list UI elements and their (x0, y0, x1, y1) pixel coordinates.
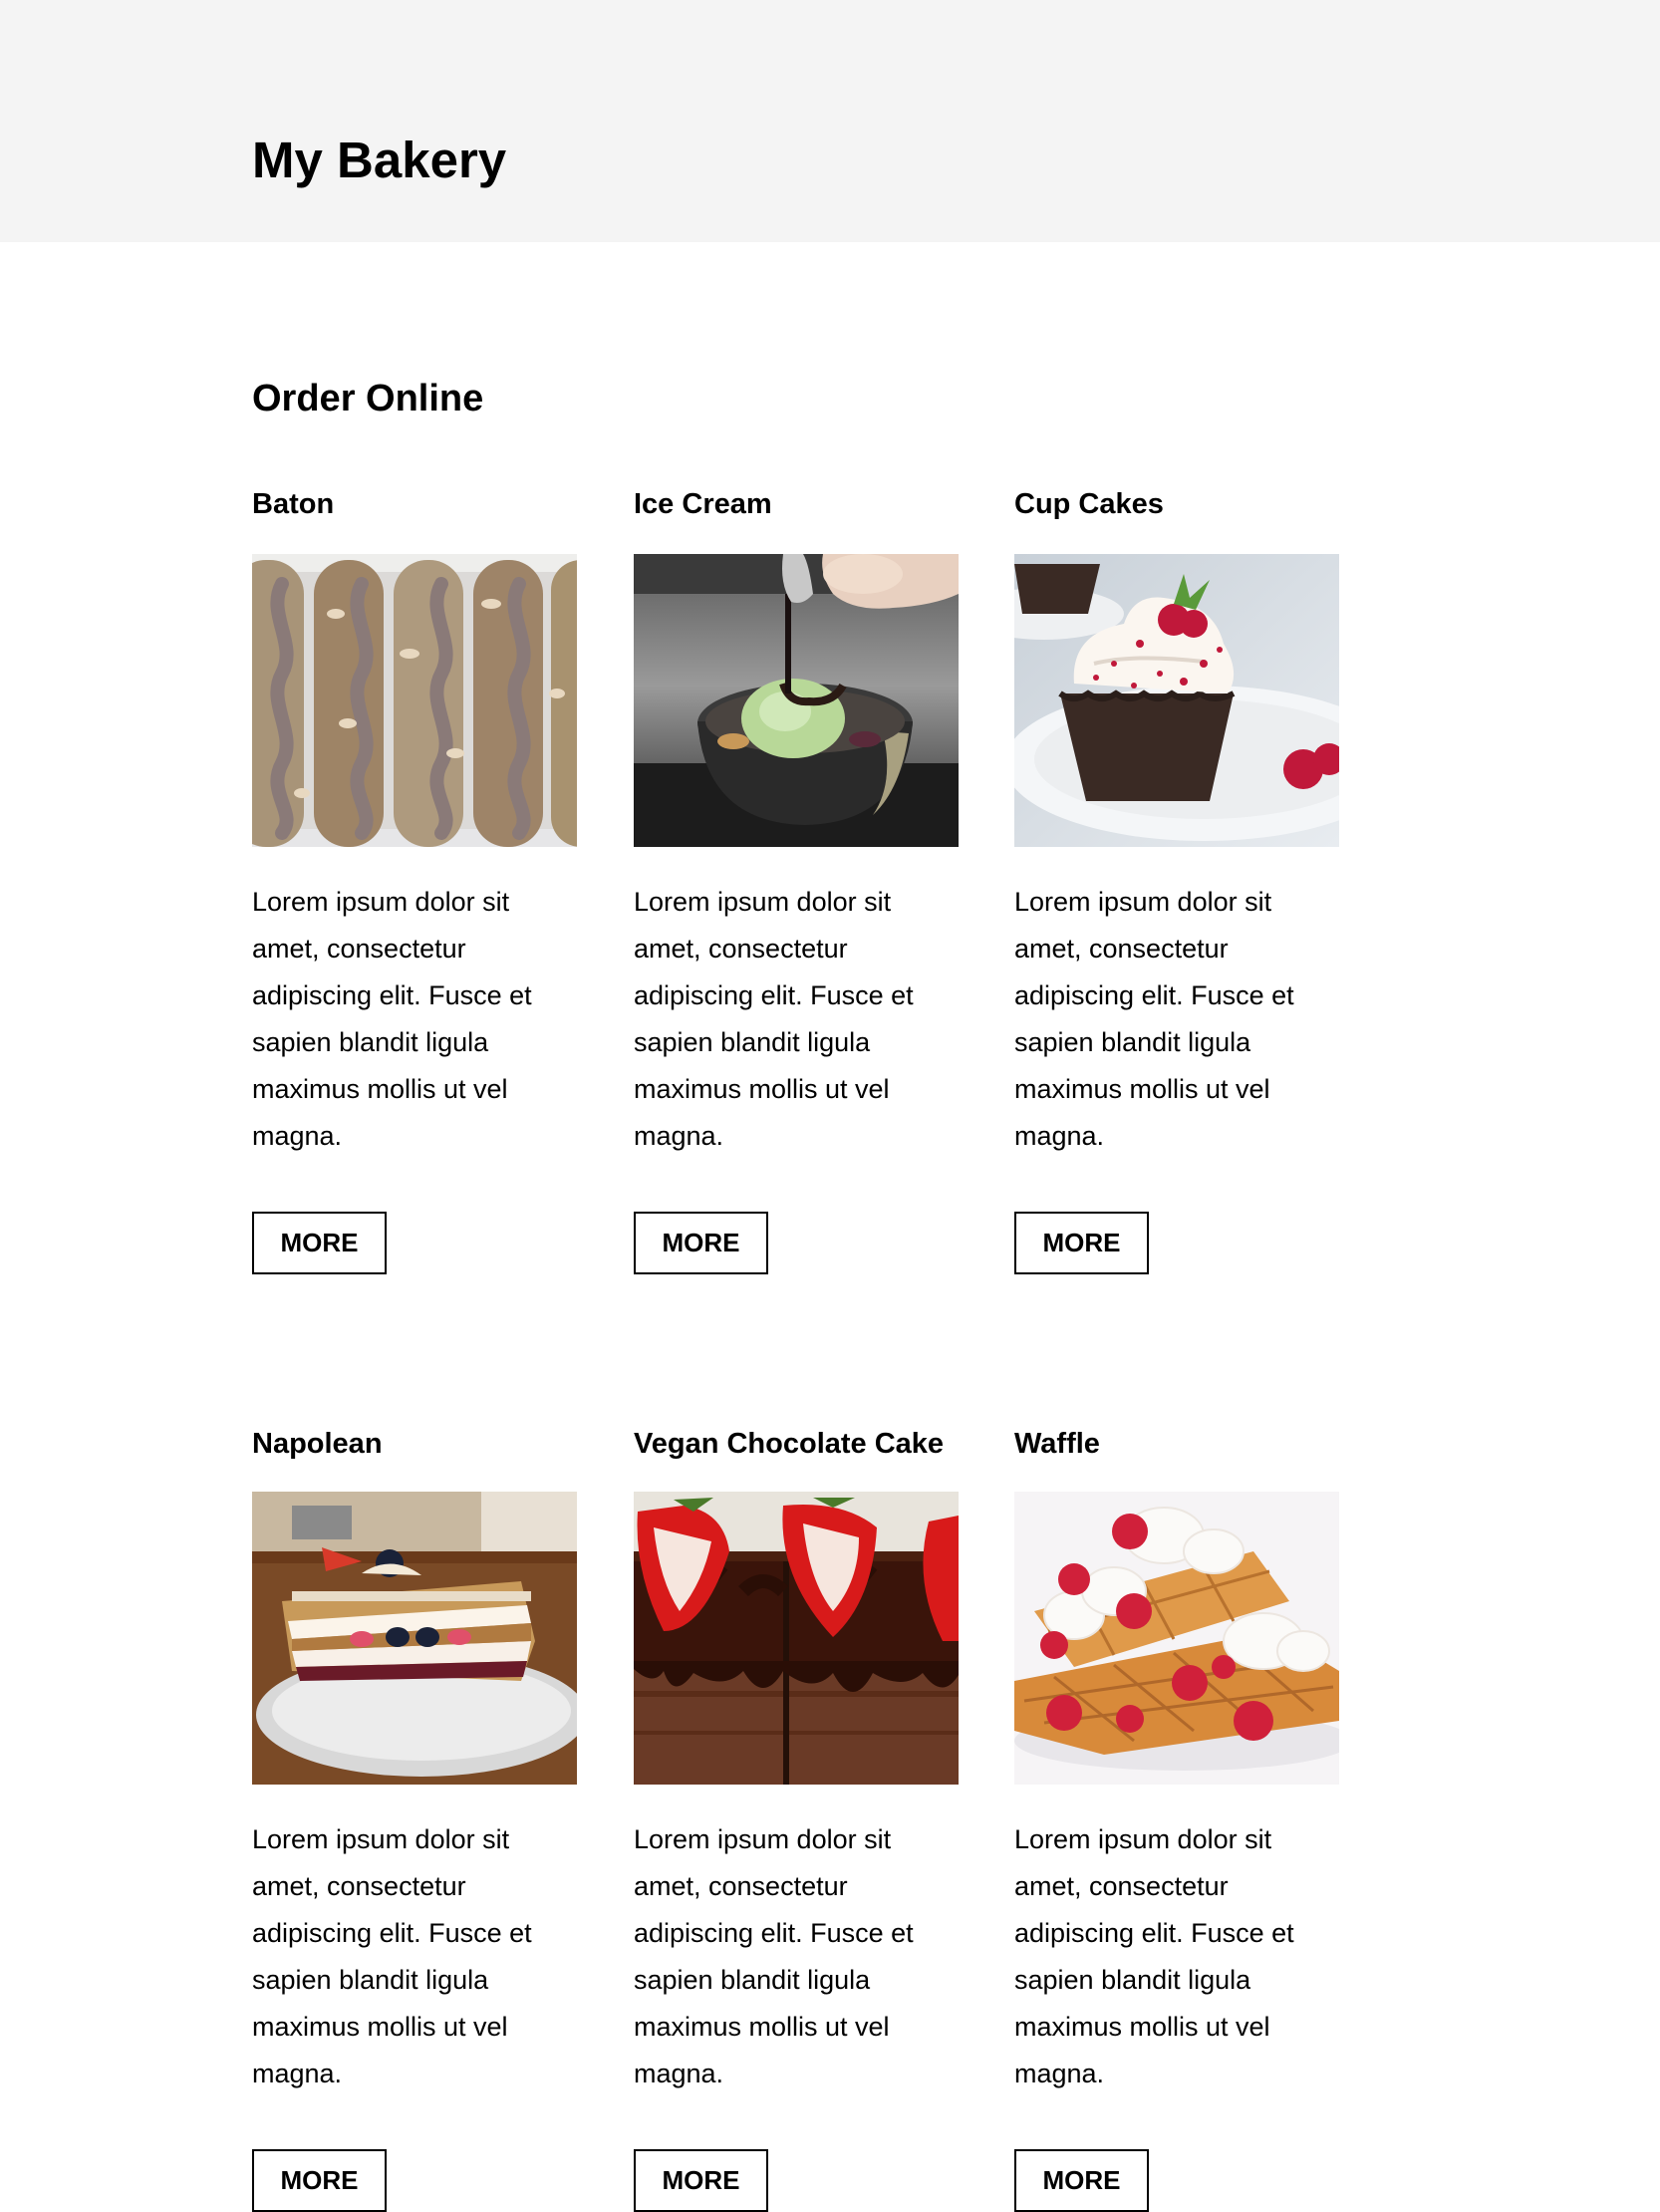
more-button[interactable]: MORE (252, 2149, 387, 2212)
product-description: Lorem ipsum dolor sit amet, consectetur … (252, 1824, 532, 2088)
product-title: Waffle (1014, 1428, 1100, 1460)
more-button[interactable]: MORE (1014, 1212, 1149, 1274)
product-description: Lorem ipsum dolor sit amet, consectetur … (634, 1824, 914, 2088)
product-title: Cup Cakes (1014, 488, 1164, 520)
product-description: Lorem ipsum dolor sit amet, consectetur … (1014, 1824, 1294, 2088)
product-title: Vegan Chocolate Cake (634, 1428, 945, 1460)
ice-cream-photo (634, 554, 959, 847)
more-button[interactable]: MORE (1014, 2149, 1149, 2212)
site-header: My Bakery (0, 0, 1660, 242)
product-description: Lorem ipsum dolor sit amet, consectetur … (252, 887, 532, 1151)
cupcake-photo (1014, 554, 1339, 847)
more-button[interactable]: MORE (252, 1212, 387, 1274)
product-title: Baton (252, 488, 335, 520)
more-button[interactable]: MORE (634, 2149, 768, 2212)
more-button[interactable]: MORE (634, 1212, 768, 1274)
waffle-photo (1014, 1492, 1339, 1785)
section-title: Order Online (252, 378, 484, 419)
product-title: Ice Cream (634, 488, 772, 520)
baton-photo (252, 554, 577, 847)
napolean-photo (252, 1492, 577, 1785)
site-title: My Bakery (252, 132, 507, 188)
product-description: Lorem ipsum dolor sit amet, consectetur … (634, 887, 914, 1151)
product-title: Napolean (252, 1428, 383, 1460)
product-description: Lorem ipsum dolor sit amet, consectetur … (1014, 887, 1294, 1151)
chocolate-cake-photo (634, 1492, 959, 1785)
